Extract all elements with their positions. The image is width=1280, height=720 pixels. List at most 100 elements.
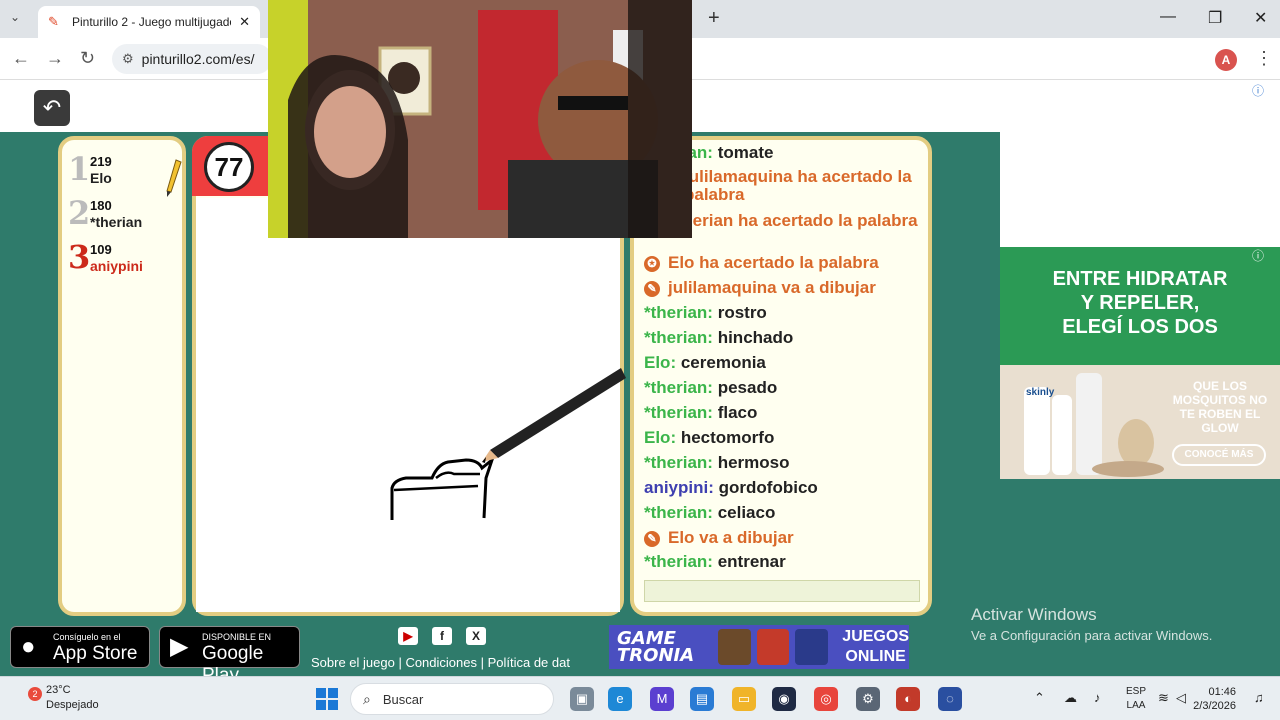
pencil-badge-icon: ✎ bbox=[644, 280, 660, 297]
chat-text: hermoso bbox=[717, 453, 790, 472]
edge-icon[interactable]: e bbox=[608, 687, 632, 711]
facebook-icon[interactable]: f bbox=[432, 627, 452, 645]
onedrive-icon[interactable]: ☁ bbox=[1064, 690, 1077, 706]
tab-search-icon[interactable]: ⌄ bbox=[10, 10, 20, 24]
app-icon[interactable]: ◌ bbox=[938, 687, 962, 711]
browser-menu-icon[interactable]: ⋮ bbox=[1255, 48, 1273, 69]
chat-message: *therian: celiaco bbox=[644, 504, 924, 522]
chat-username: *therian: bbox=[644, 503, 713, 522]
ad-slot-top[interactable]: ⓘ bbox=[1000, 80, 1280, 248]
profile-avatar[interactable]: A bbox=[1215, 49, 1237, 71]
score-row: 3 109 aniypini bbox=[68, 236, 180, 276]
banner-right-line: ONLINE bbox=[845, 648, 906, 665]
score-row: 1 219 Elo bbox=[68, 148, 182, 197]
footer-links[interactable]: Sobre el juego | Condiciones | Política … bbox=[311, 655, 575, 670]
ad-banner[interactable]: ⓘ ENTRE HIDRATAR Y REPELER, ELEGÍ LOS DO… bbox=[1000, 247, 1280, 479]
rank-number: 3 bbox=[68, 238, 91, 276]
chat-text: flaco bbox=[717, 403, 758, 422]
clock-date: 2/3/2026 bbox=[1193, 700, 1236, 712]
obs-icon[interactable]: ◐ bbox=[896, 687, 920, 711]
chat-message: Elo: hectomorfo bbox=[644, 429, 924, 447]
chat-message: Elo: ceremonia bbox=[644, 354, 924, 372]
tray-chevron-icon[interactable]: ⌃ bbox=[1034, 690, 1045, 706]
language-indicator[interactable]: ESP LAA bbox=[1126, 685, 1146, 713]
ad-cta-button[interactable]: CONOCÉ MÁS bbox=[1172, 444, 1266, 466]
chat-text: hectomorfo bbox=[680, 428, 775, 447]
player-name: aniypini bbox=[90, 258, 143, 274]
ad-headline-line: ENTRE HIDRATAR bbox=[1052, 268, 1228, 290]
google-play-icon: ▶ bbox=[170, 633, 189, 660]
google-play-button[interactable]: ▶ DISPONIBLE EN Google Play bbox=[159, 626, 300, 686]
store-icon[interactable]: ▤ bbox=[690, 687, 714, 711]
chat-text: celiaco bbox=[717, 503, 776, 522]
chat-message: aniypini: gordofobico bbox=[644, 479, 924, 497]
youtube-icon[interactable]: ▶ bbox=[398, 627, 418, 645]
chat-message: *therian: entrenar bbox=[644, 553, 924, 571]
pencil-badge-icon: ✎ bbox=[644, 530, 660, 547]
round-timer: 77 bbox=[204, 142, 254, 192]
chat-system-message: ✎ Elo va a dibujar bbox=[644, 529, 924, 547]
weather-desc: Despejado bbox=[46, 699, 99, 711]
app-store-button[interactable]: ● Consíguelo en el App Store bbox=[10, 626, 150, 668]
windows-start-icon[interactable] bbox=[316, 688, 338, 710]
chat-input[interactable] bbox=[644, 580, 920, 602]
app-store-big: App Store bbox=[53, 643, 138, 664]
exit-game-button[interactable]: ↶ bbox=[34, 90, 70, 126]
gametronia-logo: GAME TRONIA bbox=[617, 628, 695, 666]
tab-close-icon[interactable]: ✕ bbox=[239, 14, 250, 30]
notifications-bell-icon[interactable]: ♫ bbox=[1254, 690, 1264, 705]
maximize-icon[interactable]: ❐ bbox=[1208, 8, 1222, 28]
chat-system-text: julilamaquina va a dibujar bbox=[668, 278, 876, 297]
chat-text: gordofobico bbox=[718, 478, 818, 497]
chat-system-message: ✎ julilamaquina va a dibujar bbox=[644, 279, 924, 297]
ad-info-icon[interactable]: ⓘ bbox=[1252, 247, 1264, 264]
undo-arrow-icon: ↶ bbox=[42, 95, 62, 120]
browser-tab[interactable]: ✎ Pinturillo 2 - Juego multijugador ✕ bbox=[38, 6, 260, 38]
google-play-small: DISPONIBLE EN bbox=[202, 632, 272, 642]
volume-icon[interactable]: ◁ bbox=[1176, 690, 1186, 706]
gametronia-banner[interactable]: GAME TRONIA JUEGOS ONLINE bbox=[609, 625, 909, 669]
chat-system-message: ✪ Elo ha acertado la palabra bbox=[644, 254, 924, 272]
chat-system-text: Elo va a dibujar bbox=[668, 528, 794, 547]
microsoft365-icon[interactable]: M bbox=[650, 687, 674, 711]
activate-windows-title: Activar Windows bbox=[971, 605, 1097, 624]
chat-username: Elo: bbox=[644, 353, 677, 372]
ad-info-icon[interactable]: ⓘ bbox=[1252, 82, 1264, 99]
site-info-icon[interactable]: ⚙ bbox=[122, 51, 134, 67]
microphone-icon[interactable]: ♪ bbox=[1094, 690, 1101, 705]
new-tab-icon[interactable]: + bbox=[708, 8, 720, 28]
reload-icon[interactable]: ↻ bbox=[80, 48, 95, 68]
apple-icon: ● bbox=[21, 633, 36, 660]
task-view-icon[interactable]: ▣ bbox=[570, 687, 594, 711]
chat-system-message: julilamaquina ha acertado la palabra bbox=[684, 168, 928, 204]
wifi-icon[interactable]: ≋ bbox=[1158, 690, 1169, 706]
tab-title: Pinturillo 2 - Juego multijugador bbox=[72, 15, 232, 29]
drawing-canvas[interactable] bbox=[196, 198, 626, 612]
weather-widget[interactable]: 2 23°C Despejado bbox=[28, 683, 99, 713]
minimize-icon[interactable]: — bbox=[1160, 8, 1176, 26]
forward-icon[interactable]: → bbox=[46, 48, 64, 68]
webcam-overlay[interactable] bbox=[268, 0, 692, 238]
x-twitter-icon[interactable]: X bbox=[466, 627, 486, 645]
settings-gear-icon[interactable]: ⚙ bbox=[856, 687, 880, 711]
game-thumbnail bbox=[795, 629, 829, 665]
ad-brand-text: skinly bbox=[1026, 387, 1055, 398]
taskbar-clock[interactable]: 01:46 2/3/2026 bbox=[1188, 685, 1236, 713]
taskbar-search[interactable]: ⌕ Buscar bbox=[350, 683, 554, 715]
chat-username: *therian: bbox=[644, 552, 713, 571]
chat-system-text: Elo ha acertado la palabra bbox=[668, 253, 879, 272]
scoreboard: 1 219 Elo 2 180 *therian 3 109 aniypini bbox=[58, 136, 186, 616]
pinturillo-favicon-icon: ✎ bbox=[48, 14, 59, 29]
chat-text: tomate bbox=[717, 143, 774, 162]
chat-username: aniypini: bbox=[644, 478, 714, 497]
back-icon[interactable]: ← bbox=[12, 48, 30, 68]
file-explorer-icon[interactable]: ▭ bbox=[732, 687, 756, 711]
window-close-icon[interactable]: ✕ bbox=[1254, 8, 1267, 28]
steam-icon[interactable]: ◉ bbox=[772, 687, 796, 711]
chat-text: rostro bbox=[717, 303, 767, 322]
url-field[interactable]: ⚙ pinturillo2.com/es/ bbox=[112, 44, 272, 74]
chrome-icon[interactable]: ◎ bbox=[814, 687, 838, 711]
app-store-small: Consíguelo en el bbox=[53, 632, 121, 642]
chat-message: *therian: hinchado bbox=[644, 329, 924, 347]
ad-slot-bottom bbox=[1000, 479, 1280, 676]
